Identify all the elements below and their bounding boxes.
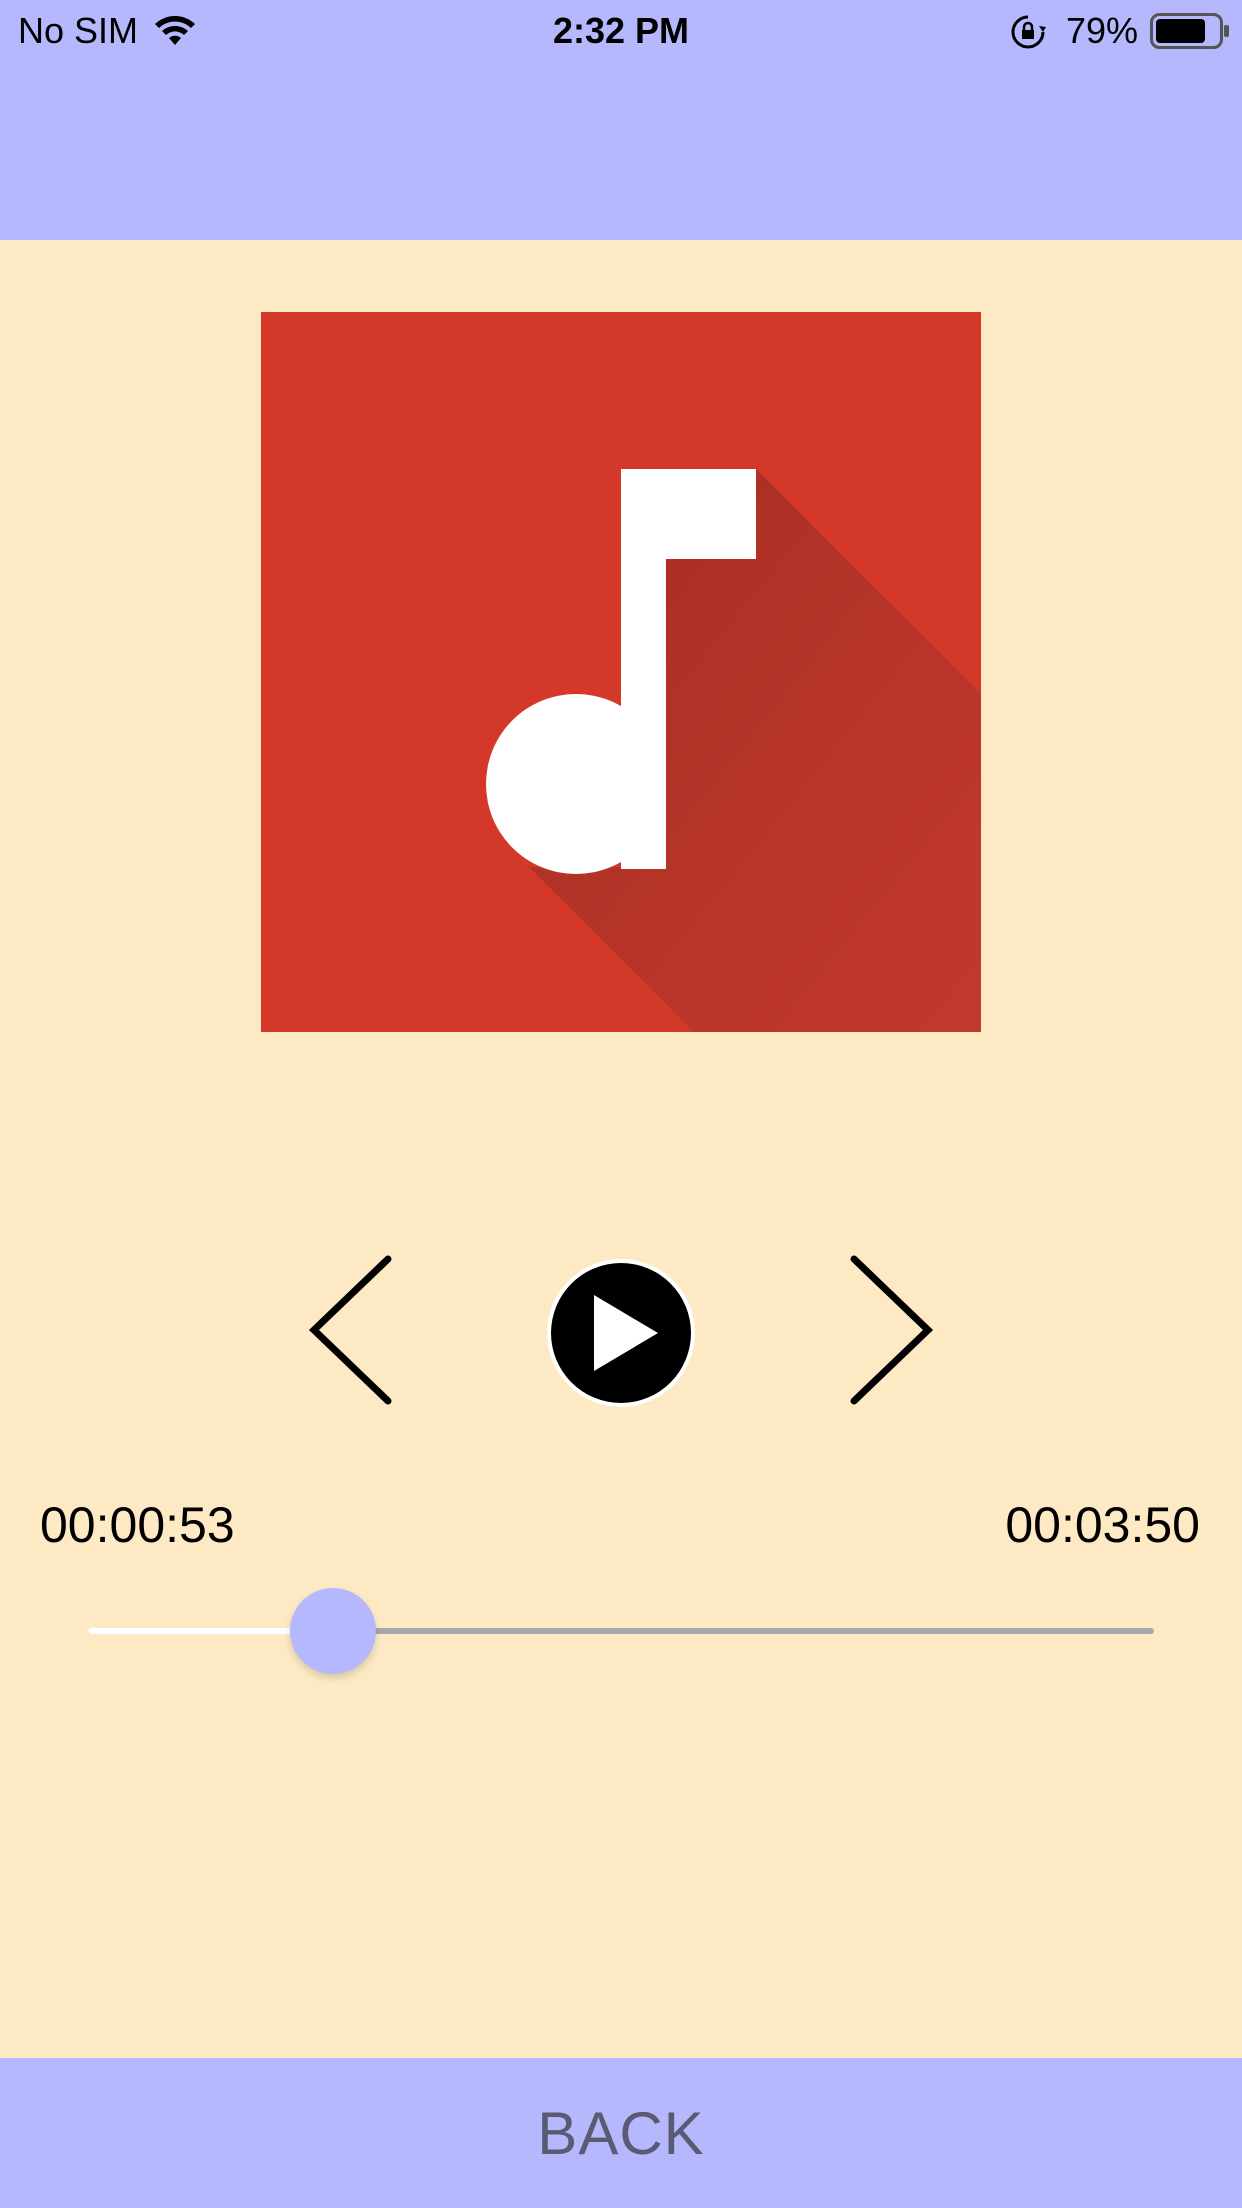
play-icon xyxy=(547,1259,695,1407)
orientation-lock-icon xyxy=(1010,14,1046,59)
total-duration: 00:03:50 xyxy=(1005,1497,1200,1553)
next-track-button[interactable] xyxy=(830,1240,950,1420)
slider-thumb[interactable] xyxy=(290,1588,376,1674)
progress-slider[interactable] xyxy=(88,1580,1154,1680)
elapsed-time: 00:00:53 xyxy=(40,1497,235,1553)
back-button[interactable]: BACK xyxy=(0,2058,1242,2208)
chevron-right-icon xyxy=(850,1255,934,1405)
back-label: BACK xyxy=(537,2099,705,2167)
battery-percent: 79% xyxy=(1066,10,1139,51)
playback-controls xyxy=(0,1240,1242,1420)
chevron-left-icon xyxy=(308,1255,392,1405)
status-bar: No SIM 2:32 PM 79% xyxy=(0,0,1242,62)
music-player-screen: No SIM 2:32 PM 79% 00:00:53 00:03:50 BAC… xyxy=(0,0,1242,2208)
previous-track-button[interactable] xyxy=(296,1240,416,1420)
battery-icon xyxy=(1150,13,1230,58)
header-bar: No SIM 2:32 PM 79% xyxy=(0,0,1242,240)
status-time: 2:32 PM xyxy=(552,10,690,51)
play-button[interactable] xyxy=(546,1258,696,1408)
album-artwork xyxy=(261,312,981,1032)
